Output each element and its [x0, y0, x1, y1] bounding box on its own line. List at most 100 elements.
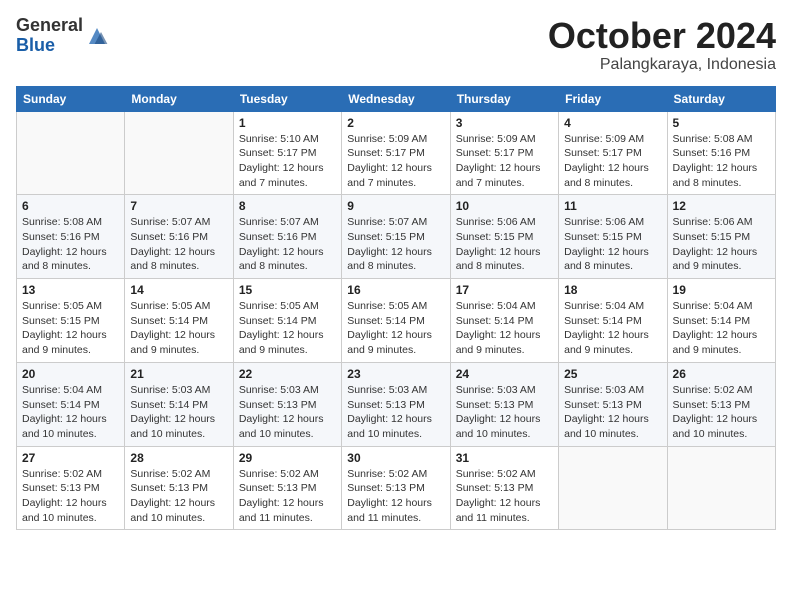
day-detail: Sunrise: 5:03 AM Sunset: 5:13 PM Dayligh… — [347, 383, 444, 442]
calendar-cell: 25Sunrise: 5:03 AM Sunset: 5:13 PM Dayli… — [559, 362, 667, 446]
day-detail: Sunrise: 5:07 AM Sunset: 5:16 PM Dayligh… — [130, 215, 227, 274]
day-number: 28 — [130, 451, 227, 465]
day-detail: Sunrise: 5:05 AM Sunset: 5:14 PM Dayligh… — [130, 299, 227, 358]
calendar-cell: 7 Sunrise: 5:07 AM Sunset: 5:16 PM Daylig… — [125, 195, 233, 279]
day-detail: Sunrise: 5:05 AM Sunset: 5:14 PM Dayligh… — [347, 299, 444, 358]
day-number: 26 — [673, 367, 770, 381]
day-number: 27 — [22, 451, 119, 465]
day-number: 17 — [456, 283, 553, 297]
day-number: 24 — [456, 367, 553, 381]
day-number: 22 — [239, 367, 336, 381]
calendar-cell: 6 Sunrise: 5:08 AM Sunset: 5:16 PM Daylig… — [17, 195, 125, 279]
day-number: 21 — [130, 367, 227, 381]
column-header-thursday: Thursday — [450, 86, 558, 111]
calendar-week-row: 20 Sunrise: 5:04 AM Sunset: 5:14 PM Dayli… — [17, 362, 776, 446]
calendar-cell: 3 Sunrise: 5:09 AM Sunset: 5:17 PM Daylig… — [450, 111, 558, 195]
day-detail: Sunrise: 5:04 AM Sunset: 5:14 PM Dayligh… — [564, 299, 661, 358]
day-detail: Sunrise: 5:06 AM Sunset: 5:15 PM Dayligh… — [456, 215, 553, 274]
day-number: 6 — [22, 199, 119, 213]
calendar-cell: 8 Sunrise: 5:07 AM Sunset: 5:16 PM Daylig… — [233, 195, 341, 279]
day-number: 29 — [239, 451, 336, 465]
column-header-monday: Monday — [125, 86, 233, 111]
calendar-cell: 24 Sunrise: 5:03 AM Sunset: 5:13 PM Dayli… — [450, 362, 558, 446]
calendar-cell — [667, 446, 775, 530]
calendar-cell: 16 Sunrise: 5:05 AM Sunset: 5:14 PM Dayli… — [342, 279, 450, 363]
calendar-cell — [559, 446, 667, 530]
day-detail: Sunrise: 5:02 AM Sunset: 5:13 PM Dayligh… — [456, 467, 553, 526]
day-number: 16 — [347, 283, 444, 297]
calendar-cell: 28Sunrise: 5:02 AM Sunset: 5:13 PM Dayli… — [125, 446, 233, 530]
day-number: 4 — [564, 116, 661, 130]
day-number: 2 — [347, 116, 444, 130]
day-number: 15 — [239, 283, 336, 297]
calendar-header-row: SundayMondayTuesdayWednesdayThursdayFrid… — [17, 86, 776, 111]
title-block: October 2024 Palangkaraya, Indonesia — [548, 16, 776, 74]
column-header-saturday: Saturday — [667, 86, 775, 111]
column-header-tuesday: Tuesday — [233, 86, 341, 111]
logo: General Blue — [16, 16, 109, 56]
day-number: 3 — [456, 116, 553, 130]
day-detail: Sunrise: 5:08 AM Sunset: 5:16 PM Dayligh… — [22, 215, 119, 274]
day-number: 1 — [239, 116, 336, 130]
calendar-cell: 12Sunrise: 5:06 AM Sunset: 5:15 PM Dayli… — [667, 195, 775, 279]
calendar-cell: 2Sunrise: 5:09 AM Sunset: 5:17 PM Daylig… — [342, 111, 450, 195]
calendar-cell: 10 Sunrise: 5:06 AM Sunset: 5:15 PM Dayli… — [450, 195, 558, 279]
calendar-cell: 20 Sunrise: 5:04 AM Sunset: 5:14 PM Dayli… — [17, 362, 125, 446]
day-detail: Sunrise: 5:03 AM Sunset: 5:14 PM Dayligh… — [130, 383, 227, 442]
day-number: 10 — [456, 199, 553, 213]
calendar-cell: 23 Sunrise: 5:03 AM Sunset: 5:13 PM Dayli… — [342, 362, 450, 446]
calendar-cell: 31 Sunrise: 5:02 AM Sunset: 5:13 PM Dayli… — [450, 446, 558, 530]
calendar-cell: 30 Sunrise: 5:02 AM Sunset: 5:13 PM Dayli… — [342, 446, 450, 530]
logo-general-text: General — [16, 15, 83, 35]
logo-blue-text: Blue — [16, 35, 55, 55]
day-detail: Sunrise: 5:02 AM Sunset: 5:13 PM Dayligh… — [347, 467, 444, 526]
day-number: 7 — [130, 199, 227, 213]
column-header-friday: Friday — [559, 86, 667, 111]
calendar-table: SundayMondayTuesdayWednesdayThursdayFrid… — [16, 86, 776, 531]
day-number: 23 — [347, 367, 444, 381]
location: Palangkaraya, Indonesia — [548, 56, 776, 74]
calendar-cell: 19 Sunrise: 5:04 AM Sunset: 5:14 PM Dayli… — [667, 279, 775, 363]
day-number: 5 — [673, 116, 770, 130]
day-detail: Sunrise: 5:07 AM Sunset: 5:16 PM Dayligh… — [239, 215, 336, 274]
day-detail: Sunrise: 5:04 AM Sunset: 5:14 PM Dayligh… — [456, 299, 553, 358]
day-detail: Sunrise: 5:03 AM Sunset: 5:13 PM Dayligh… — [239, 383, 336, 442]
calendar-cell: 15 Sunrise: 5:05 AM Sunset: 5:14 PM Dayli… — [233, 279, 341, 363]
day-detail: Sunrise: 5:02 AM Sunset: 5:13 PM Dayligh… — [239, 467, 336, 526]
calendar-cell: 5 Sunrise: 5:08 AM Sunset: 5:16 PM Daylig… — [667, 111, 775, 195]
calendar-week-row: 27 Sunrise: 5:02 AM Sunset: 5:13 PM Dayli… — [17, 446, 776, 530]
day-number: 30 — [347, 451, 444, 465]
day-number: 13 — [22, 283, 119, 297]
day-detail: Sunrise: 5:05 AM Sunset: 5:14 PM Dayligh… — [239, 299, 336, 358]
day-number: 8 — [239, 199, 336, 213]
calendar-cell: 11Sunrise: 5:06 AM Sunset: 5:15 PM Dayli… — [559, 195, 667, 279]
day-number: 25 — [564, 367, 661, 381]
day-detail: Sunrise: 5:07 AM Sunset: 5:15 PM Dayligh… — [347, 215, 444, 274]
day-detail: Sunrise: 5:08 AM Sunset: 5:16 PM Dayligh… — [673, 132, 770, 191]
day-detail: Sunrise: 5:05 AM Sunset: 5:15 PM Dayligh… — [22, 299, 119, 358]
day-detail: Sunrise: 5:09 AM Sunset: 5:17 PM Dayligh… — [564, 132, 661, 191]
calendar-cell: 27Sunrise: 5:02 AM Sunset: 5:13 PM Dayli… — [17, 446, 125, 530]
day-number: 14 — [130, 283, 227, 297]
day-number: 19 — [673, 283, 770, 297]
calendar-week-row: 6 Sunrise: 5:08 AM Sunset: 5:16 PM Daylig… — [17, 195, 776, 279]
day-number: 31 — [456, 451, 553, 465]
month-title: October 2024 — [548, 16, 776, 56]
day-number: 20 — [22, 367, 119, 381]
day-detail: Sunrise: 5:09 AM Sunset: 5:17 PM Dayligh… — [456, 132, 553, 191]
logo-icon — [85, 24, 109, 48]
day-detail: Sunrise: 5:06 AM Sunset: 5:15 PM Dayligh… — [564, 215, 661, 274]
day-detail: Sunrise: 5:10 AM Sunset: 5:17 PM Dayligh… — [239, 132, 336, 191]
calendar-cell: 26 Sunrise: 5:02 AM Sunset: 5:13 PM Dayli… — [667, 362, 775, 446]
day-detail: Sunrise: 5:03 AM Sunset: 5:13 PM Dayligh… — [456, 383, 553, 442]
day-detail: Sunrise: 5:02 AM Sunset: 5:13 PM Dayligh… — [673, 383, 770, 442]
day-detail: Sunrise: 5:06 AM Sunset: 5:15 PM Dayligh… — [673, 215, 770, 274]
calendar-cell: 17 Sunrise: 5:04 AM Sunset: 5:14 PM Dayli… — [450, 279, 558, 363]
calendar-cell — [125, 111, 233, 195]
day-detail: Sunrise: 5:04 AM Sunset: 5:14 PM Dayligh… — [22, 383, 119, 442]
calendar-cell — [17, 111, 125, 195]
calendar-week-row: 13 Sunrise: 5:05 AM Sunset: 5:15 PM Dayli… — [17, 279, 776, 363]
column-header-sunday: Sunday — [17, 86, 125, 111]
calendar-cell: 18Sunrise: 5:04 AM Sunset: 5:14 PM Dayli… — [559, 279, 667, 363]
day-detail: Sunrise: 5:04 AM Sunset: 5:14 PM Dayligh… — [673, 299, 770, 358]
